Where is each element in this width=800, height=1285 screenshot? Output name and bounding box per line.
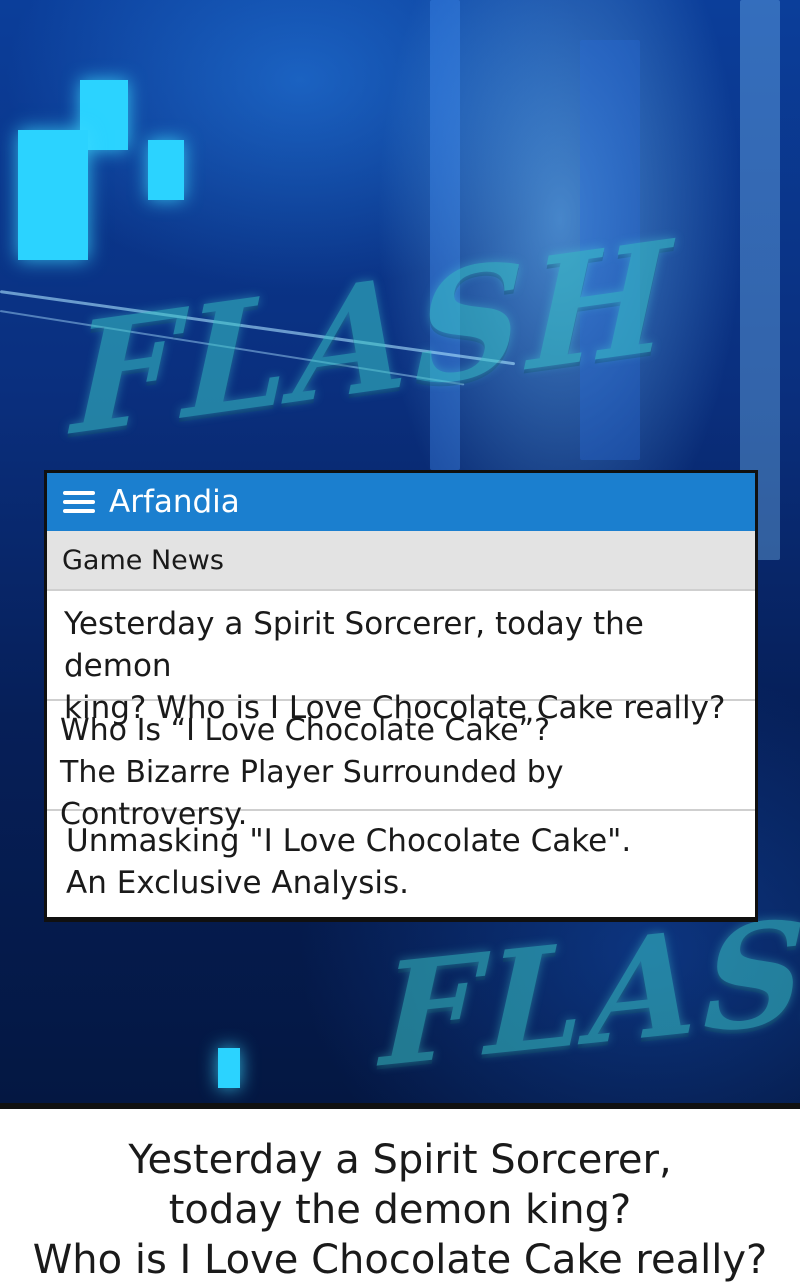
app-title: Arfandia [109, 484, 240, 520]
pixel-block [218, 1048, 240, 1088]
news-item-line: Yesterday a Spirit Sorcerer, today the d… [64, 606, 644, 684]
app-titlebar: Arfandia [47, 473, 755, 531]
caption-text: Yesterday a Spirit Sorcerer, today the d… [0, 1135, 800, 1285]
category-label: Game News [62, 544, 224, 576]
caption-line: today the demon king? [168, 1187, 632, 1233]
category-header: Game News [47, 531, 755, 591]
panel-border [0, 1103, 800, 1109]
news-item-line: Unmasking "I Love Chocolate Cake". [66, 823, 632, 859]
pixel-block [148, 140, 184, 200]
hamburger-menu-icon[interactable] [63, 491, 95, 513]
news-item[interactable]: Unmasking "I Love Chocolate Cake". An Ex… [47, 811, 755, 917]
caption-line: Yesterday a Spirit Sorcerer, [128, 1137, 672, 1183]
news-item-line: An Exclusive Analysis. [66, 865, 410, 901]
news-item[interactable]: Yesterday a Spirit Sorcerer, today the d… [47, 591, 755, 726]
caption-line: Who is I Love Chocolate Cake really? [32, 1237, 768, 1283]
pixel-block [18, 130, 88, 260]
news-app-window: Arfandia Game News Yesterday a Spirit So… [44, 470, 758, 922]
